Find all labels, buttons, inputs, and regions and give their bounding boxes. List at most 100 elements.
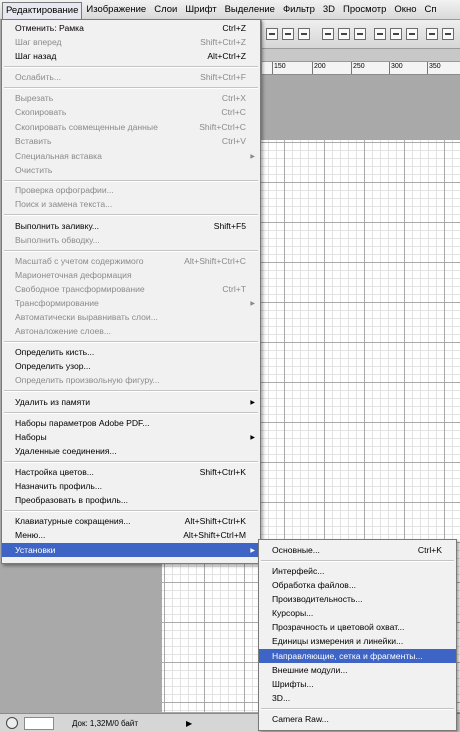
distribute-vcenter-icon[interactable] xyxy=(390,28,402,40)
submenu-arrow-icon: ▶ xyxy=(250,300,255,307)
menu-view[interactable]: Просмотр xyxy=(339,1,390,18)
menu-item-label: Интерфейс... xyxy=(272,566,325,576)
menu-item-auto-align[interactable]: Автоматически выравнивать слои... xyxy=(2,310,260,324)
menu-item-define-pattern[interactable]: Определить узор... xyxy=(2,359,260,373)
align-top-icon[interactable] xyxy=(266,28,278,40)
menu-item-keyboard-shortcuts[interactable]: Клавиатурные сокращения... Alt+Shift+Ctrl… xyxy=(2,514,260,528)
submenu-item-camera-raw[interactable]: Camera Raw... xyxy=(259,712,456,726)
menu-item-paste[interactable]: Вставить Ctrl+V xyxy=(2,134,260,148)
menu-item-label: Шаг назад xyxy=(15,51,57,61)
submenu-item-transparency[interactable]: Прозрачность и цветовой охват... xyxy=(259,620,456,634)
submenu-item-units-rulers[interactable]: Единицы измерения и линейки... xyxy=(259,634,456,648)
menu-item-copy[interactable]: Скопировать Ctrl+C xyxy=(2,105,260,119)
menu-edit[interactable]: Редактирование xyxy=(2,2,83,19)
options-bar xyxy=(262,20,460,49)
submenu-item-3d[interactable]: 3D... xyxy=(259,691,456,705)
menu-item-label: Автоналожение слоев... xyxy=(15,326,111,336)
menu-item-define-brush[interactable]: Определить кисть... xyxy=(2,345,260,359)
menu-item-content-aware-scale[interactable]: Масштаб с учетом содержимого Alt+Shift+Ct… xyxy=(2,254,260,268)
align-right-icon[interactable] xyxy=(354,28,366,40)
menu-item-find-replace[interactable]: Поиск и замена текста... xyxy=(2,197,260,211)
document-tab[interactable] xyxy=(262,49,460,62)
ruler-label: 150 xyxy=(274,63,286,70)
menu-item-convert-profile[interactable]: Преобразовать в профиль... xyxy=(2,493,260,507)
submenu-arrow-icon: ▶ xyxy=(250,399,255,406)
menu-3d[interactable]: 3D xyxy=(319,1,339,18)
submenu-item-plugins[interactable]: Внешние модули... xyxy=(259,663,456,677)
menu-image[interactable]: Изображение xyxy=(82,1,150,18)
menu-item-label: Отменить: Рамка xyxy=(15,23,84,33)
submenu-item-file-handling[interactable]: Обработка файлов... xyxy=(259,578,456,592)
menu-select[interactable]: Выделение xyxy=(221,1,279,18)
menu-item-label: Шаг вперед xyxy=(15,37,62,47)
menu-item-assign-profile[interactable]: Назначить профиль... xyxy=(2,479,260,493)
menu-item-shortcut: Alt+Shift+Ctrl+K xyxy=(184,516,246,526)
zoom-field[interactable] xyxy=(24,716,54,730)
menu-item-shortcut: Shift+Ctrl+C xyxy=(199,122,246,132)
menu-item-label: Трансформирование xyxy=(15,298,99,308)
menu-item-copy-merged[interactable]: Скопировать совмещенные данные Shift+Ctrl… xyxy=(2,120,260,134)
menu-item-free-transform[interactable]: Свободное трансформирование Ctrl+T xyxy=(2,282,260,296)
menu-item-remote-connections[interactable]: Удаленные соединения... xyxy=(2,444,260,458)
menu-item-purge[interactable]: Удалить из памяти ▶ xyxy=(2,395,260,409)
menu-window[interactable]: Окно xyxy=(390,1,420,18)
status-info-icon[interactable] xyxy=(6,717,18,729)
ruler-label: 250 xyxy=(353,63,365,70)
menu-item-transform[interactable]: Трансформирование ▶ xyxy=(2,296,260,310)
ruler-label: 350 xyxy=(429,63,441,70)
menu-layers[interactable]: Слои xyxy=(150,1,181,18)
menu-item-label: Выполнить обводку... xyxy=(15,235,100,245)
distribute-top-icon[interactable] xyxy=(374,28,386,40)
align-left-icon[interactable] xyxy=(322,28,334,40)
menu-item-check-spelling[interactable]: Проверка орфографии... xyxy=(2,183,260,197)
menu-separator xyxy=(261,560,454,562)
menu-item-puppet-warp[interactable]: Марионеточная деформация xyxy=(2,268,260,282)
menu-item-shortcut: Ctrl+X xyxy=(221,93,246,103)
align-vcenter-icon[interactable] xyxy=(282,28,294,40)
menu-item-clear[interactable]: Очистить xyxy=(2,163,260,177)
menu-item-label: Производительность... xyxy=(272,594,363,604)
menu-filter[interactable]: Фильтр xyxy=(279,1,319,18)
menu-item-label: Обработка файлов... xyxy=(272,580,356,590)
menu-item-label: Наборы параметров Adobe PDF... xyxy=(15,418,150,428)
submenu-item-interface[interactable]: Интерфейс... xyxy=(259,564,456,578)
submenu-item-performance[interactable]: Производительность... xyxy=(259,592,456,606)
menu-item-define-shape[interactable]: Определить произвольную фигуру... xyxy=(2,373,260,387)
menu-item-label: Определить произвольную фигуру... xyxy=(15,375,160,385)
preferences-submenu: Основные... Ctrl+K Интерфейс... Обработка… xyxy=(258,539,457,731)
menu-separator xyxy=(4,214,258,216)
menu-item-menus[interactable]: Меню... Alt+Shift+Ctrl+M xyxy=(2,528,260,542)
menu-item-stroke[interactable]: Выполнить обводку... xyxy=(2,233,260,247)
align-bottom-icon[interactable] xyxy=(298,28,310,40)
menu-separator xyxy=(261,708,454,710)
distribute-bottom-icon[interactable] xyxy=(406,28,418,40)
menu-item-label: Шрифты... xyxy=(272,679,314,689)
menu-item-auto-blend[interactable]: Автоналожение слоев... xyxy=(2,324,260,338)
menu-item-cut[interactable]: Вырезать Ctrl+X xyxy=(2,91,260,105)
menu-item-step-forward[interactable]: Шаг вперед Shift+Ctrl+Z xyxy=(2,35,260,49)
menu-item-fill[interactable]: Выполнить заливку... Shift+F5 xyxy=(2,219,260,233)
distribute-hcenter-icon[interactable] xyxy=(442,28,454,40)
menu-item-color-settings[interactable]: Настройка цветов... Shift+Ctrl+K xyxy=(2,465,260,479)
status-menu-arrow-icon[interactable]: ▶ xyxy=(186,719,192,728)
submenu-item-general[interactable]: Основные... Ctrl+K xyxy=(259,543,456,557)
submenu-item-guides-grid[interactable]: Направляющие, сетка и фрагменты... xyxy=(259,649,456,663)
menu-type[interactable]: Шрифт xyxy=(181,1,220,18)
menu-item-paste-special[interactable]: Специальная вставка ▶ xyxy=(2,149,260,163)
distribute-left-icon[interactable] xyxy=(426,28,438,40)
menu-item-fade[interactable]: Ослабить... Shift+Ctrl+F xyxy=(2,70,260,84)
menu-item-step-back[interactable]: Шаг назад Alt+Ctrl+Z xyxy=(2,49,260,63)
menu-item-undo[interactable]: Отменить: Рамка Ctrl+Z xyxy=(2,21,260,35)
menu-item-label: Скопировать совмещенные данные xyxy=(15,122,158,132)
menu-item-preferences[interactable]: Установки ▶ xyxy=(2,543,260,557)
menu-item-pdf-presets[interactable]: Наборы параметров Adobe PDF... xyxy=(2,416,260,430)
align-hcenter-icon[interactable] xyxy=(338,28,350,40)
menu-item-shortcut: Shift+Ctrl+F xyxy=(200,72,246,82)
submenu-item-cursors[interactable]: Курсоры... xyxy=(259,606,456,620)
menu-help[interactable]: Сп xyxy=(420,1,440,18)
menu-item-presets[interactable]: Наборы ▶ xyxy=(2,430,260,444)
submenu-item-type[interactable]: Шрифты... xyxy=(259,677,456,691)
menu-item-label: Основные... xyxy=(272,545,320,555)
menu-item-label: Назначить профиль... xyxy=(15,481,102,491)
menu-item-label: Меню... xyxy=(15,530,46,540)
